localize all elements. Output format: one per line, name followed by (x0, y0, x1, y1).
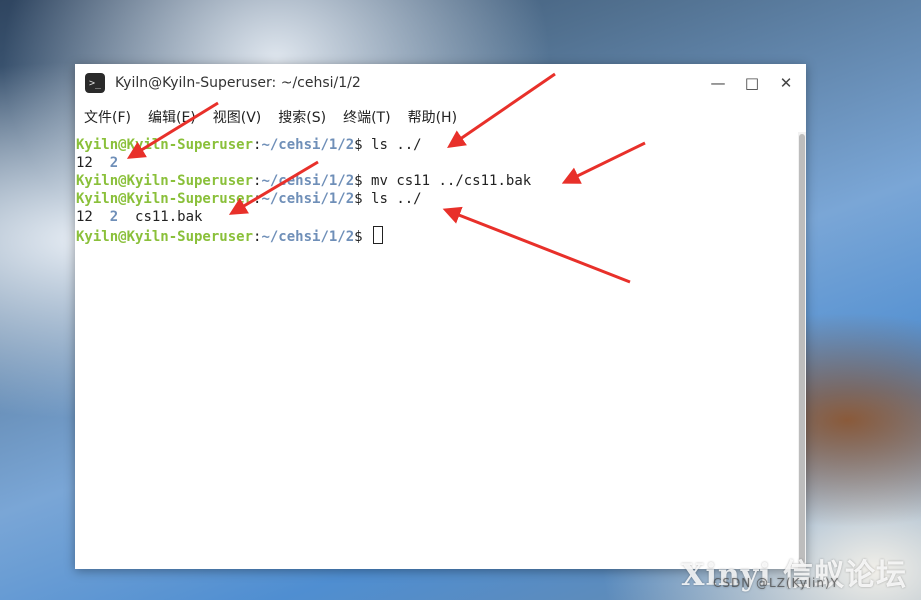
prompt-symbol: $ (354, 229, 372, 245)
prompt-path: ~/cehsi/1/2 (261, 137, 355, 153)
prompt-symbol: $ (354, 173, 372, 189)
output-line: 12 2 (76, 154, 806, 172)
menu-terminal[interactable]: 终端(T) (343, 107, 390, 127)
prompt-line: Kyiln@Kyiln-Superuser:~/cehsi/1/2$ mv cs… (76, 172, 806, 190)
scrollbar-thumb[interactable] (799, 134, 805, 564)
prompt-symbol: $ (354, 191, 372, 207)
terminal-output[interactable]: Kyiln@Kyiln-Superuser:~/cehsi/1/2$ ls ..… (75, 132, 806, 569)
watermark: Xinyi 信蚁论坛 CSDN @LZ(Kylin)Y (681, 550, 907, 594)
prompt-path: ~/cehsi/1/2 (261, 173, 355, 189)
prompt-user: Kyiln@Kyiln-Superuser (76, 229, 254, 245)
scrollbar[interactable] (798, 132, 806, 569)
menu-bar: 文件(F) 编辑(E) 视图(V) 搜索(S) 终端(T) 帮助(H) (75, 102, 806, 132)
maximize-button[interactable]: □ (742, 73, 762, 93)
prompt-line: Kyiln@Kyiln-Superuser:~/cehsi/1/2$ (76, 226, 806, 245)
command-text: ls ../ (371, 191, 422, 207)
text-cursor[interactable] (373, 226, 384, 244)
output-line: 12 2 cs11.bak (76, 208, 806, 226)
prompt-path: ~/cehsi/1/2 (261, 229, 355, 245)
directory-entry: 2 (109, 209, 119, 225)
directory-entry: 2 (109, 155, 119, 171)
file-entry: 12 (76, 155, 93, 171)
prompt-user: Kyiln@Kyiln-Superuser (76, 137, 254, 153)
minimize-button[interactable]: — (708, 73, 728, 93)
file-entry: cs11.bak (135, 209, 203, 225)
terminal-icon: >_ (85, 73, 105, 93)
title-bar[interactable]: >_ Kyiln@Kyiln-Superuser: ~/cehsi/1/2 — … (75, 64, 806, 102)
prompt-user: Kyiln@Kyiln-Superuser (76, 173, 254, 189)
menu-file[interactable]: 文件(F) (84, 107, 131, 127)
prompt-line: Kyiln@Kyiln-Superuser:~/cehsi/1/2$ ls ..… (76, 190, 806, 208)
menu-help[interactable]: 帮助(H) (408, 107, 457, 127)
window-title: Kyiln@Kyiln-Superuser: ~/cehsi/1/2 (115, 75, 361, 91)
menu-search[interactable]: 搜索(S) (278, 107, 326, 127)
menu-view[interactable]: 视图(V) (213, 107, 262, 127)
prompt-line: Kyiln@Kyiln-Superuser:~/cehsi/1/2$ ls ..… (76, 136, 806, 154)
prompt-path: ~/cehsi/1/2 (261, 191, 355, 207)
watermark-sub: CSDN @LZ(Kylin)Y (713, 576, 839, 590)
close-button[interactable]: ✕ (776, 73, 796, 93)
prompt-symbol: $ (354, 137, 372, 153)
prompt-user: Kyiln@Kyiln-Superuser (76, 191, 254, 207)
terminal-window[interactable]: >_ Kyiln@Kyiln-Superuser: ~/cehsi/1/2 — … (75, 64, 806, 569)
file-entry: 12 (76, 209, 93, 225)
command-text: mv cs11 ../cs11.bak (371, 173, 532, 189)
window-controls: — □ ✕ (708, 64, 796, 102)
menu-edit[interactable]: 编辑(E) (148, 107, 196, 127)
command-text: ls ../ (371, 137, 422, 153)
